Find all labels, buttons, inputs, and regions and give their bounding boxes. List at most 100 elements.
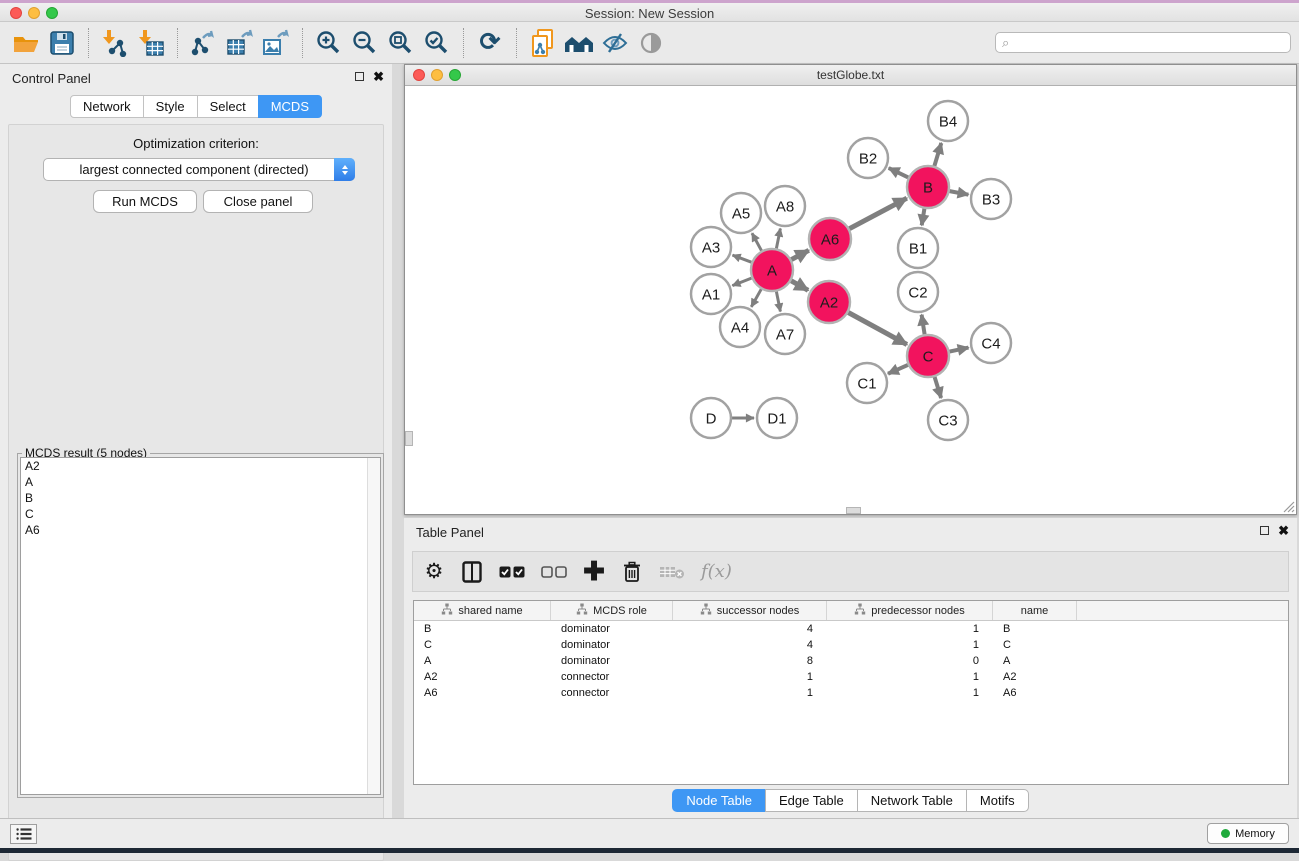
column-header-name[interactable]: name <box>993 601 1077 620</box>
close-panel-icon[interactable]: ✖ <box>373 70 384 83</box>
delete-columns-icon[interactable] <box>621 559 643 585</box>
float-panel-icon[interactable] <box>1260 526 1269 535</box>
table-row[interactable]: Adominator80A <box>414 653 1288 669</box>
tab-network-table[interactable]: Network Table <box>857 789 967 812</box>
graph-edge-A-A6[interactable] <box>791 250 808 259</box>
export-image-icon[interactable] <box>258 26 294 60</box>
graph-edge-A-A3[interactable] <box>733 255 752 262</box>
result-list-item[interactable]: A6 <box>21 522 380 538</box>
import-network-icon[interactable] <box>97 26 133 60</box>
column-header-MCDS-role[interactable]: MCDS role <box>551 601 673 620</box>
import-table-icon[interactable] <box>133 26 169 60</box>
table-row[interactable]: A2connector11A2 <box>414 669 1288 685</box>
hide-selected-icon[interactable] <box>597 26 633 60</box>
result-list-item[interactable]: C <box>21 506 380 522</box>
graph-edge-C-C1[interactable] <box>888 365 908 374</box>
save-session-icon[interactable] <box>44 26 80 60</box>
tab-edge-table[interactable]: Edge Table <box>765 789 858 812</box>
table-row[interactable]: A6connector11A6 <box>414 685 1288 701</box>
first-neighbors-icon[interactable] <box>561 26 597 60</box>
graph-node-A8[interactable]: A8 <box>765 186 805 226</box>
duplicate-network-icon[interactable] <box>525 26 561 60</box>
graph-edge-A-A8[interactable] <box>776 229 780 249</box>
run-mcds-button[interactable]: Run MCDS <box>93 190 197 213</box>
tab-node-table[interactable]: Node Table <box>672 789 766 812</box>
deselect-all-icon[interactable] <box>541 559 567 585</box>
graph-edge-C-C3[interactable] <box>935 377 942 398</box>
graph-node-C4[interactable]: C4 <box>971 323 1011 363</box>
task-history-button[interactable] <box>10 824 37 844</box>
graph-node-A1[interactable]: A1 <box>691 274 731 314</box>
result-list-item[interactable]: A2 <box>21 458 380 474</box>
tab-style[interactable]: Style <box>143 95 198 118</box>
vertical-scroll-indicator[interactable] <box>405 431 413 446</box>
zoom-selected-icon[interactable] <box>419 26 455 60</box>
zoom-in-icon[interactable] <box>311 26 347 60</box>
graph-edge-A-A5[interactable] <box>752 233 762 251</box>
graph-edge-B-B2[interactable] <box>889 168 909 177</box>
column-header-predecessor-nodes[interactable]: predecessor nodes <box>827 601 993 620</box>
graph-edge-B-B3[interactable] <box>950 191 969 195</box>
tab-mcds[interactable]: MCDS <box>258 95 322 118</box>
export-network-icon[interactable] <box>186 26 222 60</box>
graph-node-A4[interactable]: A4 <box>720 307 760 347</box>
graph-node-A[interactable]: A <box>751 249 793 291</box>
graph-node-A3[interactable]: A3 <box>691 227 731 267</box>
show-all-icon[interactable] <box>633 26 669 60</box>
close-panel-button[interactable]: Close panel <box>203 190 313 213</box>
graph-node-B[interactable]: B <box>907 166 949 208</box>
zoom-out-icon[interactable] <box>347 26 383 60</box>
table-settings-icon[interactable]: ⚙ <box>423 559 445 585</box>
graph-node-A7[interactable]: A7 <box>765 314 805 354</box>
graph-edge-A-A4[interactable] <box>751 289 761 307</box>
result-list-item[interactable]: A <box>21 474 380 490</box>
column-header-successor-nodes[interactable]: successor nodes <box>673 601 827 620</box>
graph-node-D1[interactable]: D1 <box>757 398 797 438</box>
create-column-icon[interactable]: ✚ <box>583 559 605 585</box>
open-session-icon[interactable] <box>8 26 44 60</box>
graph-edge-A-A2[interactable] <box>791 281 808 291</box>
refresh-icon[interactable]: ⟳ <box>472 26 508 60</box>
graph-edge-C-C2[interactable] <box>922 315 925 335</box>
graph-node-C2[interactable]: C2 <box>898 272 938 312</box>
graph-node-C3[interactable]: C3 <box>928 400 968 440</box>
graph-edge-B-B4[interactable] <box>934 143 941 166</box>
graph-node-A6[interactable]: A6 <box>809 218 851 260</box>
graph-node-C[interactable]: C <box>907 335 949 377</box>
horizontal-scroll-indicator[interactable] <box>846 507 861 514</box>
graph-node-B4[interactable]: B4 <box>928 101 968 141</box>
select-all-icon[interactable] <box>499 559 525 585</box>
zoom-fit-icon[interactable] <box>383 26 419 60</box>
graph-node-C1[interactable]: C1 <box>847 363 887 403</box>
mcds-result-list: A2ABCA6 <box>20 457 381 795</box>
table-row[interactable]: Bdominator41B <box>414 621 1288 637</box>
network-canvas[interactable]: B4 B2 B B3 A5A8A6 A3 A B1 A1 C2 A2 A4A7 C C4 C1 C3 D D1 <box>405 87 1296 514</box>
tab-network[interactable]: Network <box>70 95 144 118</box>
export-table-icon[interactable] <box>222 26 258 60</box>
table-row[interactable]: Cdominator41C <box>414 637 1288 653</box>
resize-grip-icon[interactable] <box>1283 501 1295 513</box>
graph-node-A5[interactable]: A5 <box>721 193 761 233</box>
graph-edge-A-A1[interactable] <box>732 278 751 286</box>
result-list-scrollbar[interactable] <box>367 458 380 794</box>
graph-edge-A6-B[interactable] <box>849 198 906 229</box>
graph-node-D[interactable]: D <box>691 398 731 438</box>
column-header-shared-name[interactable]: shared name <box>414 601 551 620</box>
graph-edge-B-B1[interactable] <box>922 209 925 226</box>
graph-edge-A-A7[interactable] <box>776 292 780 312</box>
close-panel-icon[interactable]: ✖ <box>1278 524 1289 537</box>
search-input[interactable] <box>1013 36 1284 50</box>
graph-node-A2[interactable]: A2 <box>808 281 850 323</box>
graph-edge-A2-C[interactable] <box>848 313 907 345</box>
result-list-item[interactable]: B <box>21 490 380 506</box>
float-panel-icon[interactable] <box>355 72 364 81</box>
graph-node-B2[interactable]: B2 <box>848 138 888 178</box>
memory-button[interactable]: Memory <box>1207 823 1289 844</box>
tab-motifs[interactable]: Motifs <box>966 789 1029 812</box>
graph-node-B1[interactable]: B1 <box>898 228 938 268</box>
criterion-dropdown[interactable]: largest connected component (directed) <box>43 158 355 181</box>
show-columns-icon[interactable] <box>461 559 483 585</box>
graph-edge-C-C4[interactable] <box>950 348 969 352</box>
tab-select[interactable]: Select <box>197 95 259 118</box>
graph-node-B3[interactable]: B3 <box>971 179 1011 219</box>
